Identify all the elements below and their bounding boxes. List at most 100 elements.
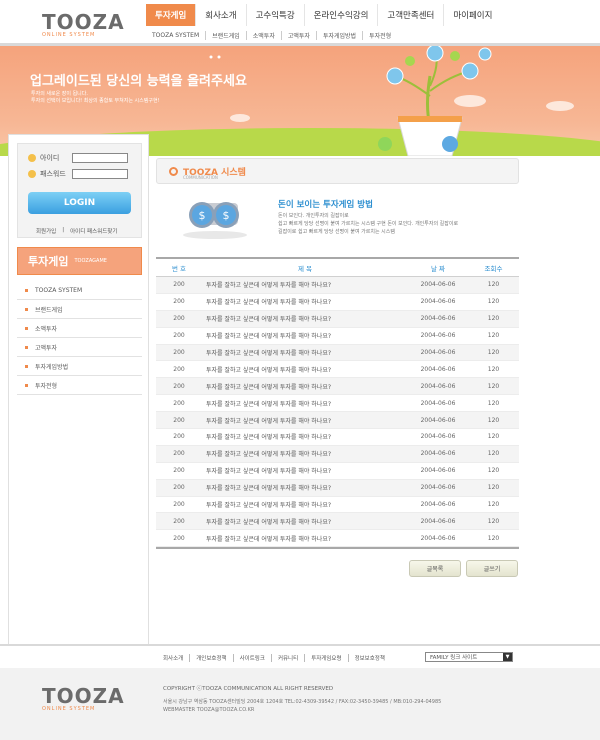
intro-desc-line: 돈이 보인다. 개인투자의 길잡이로: [278, 213, 349, 219]
cell-date: 2004-06-06: [420, 501, 456, 509]
family-site-select[interactable]: FAMILY 링크 사이트 ▼: [425, 652, 513, 662]
table-row[interactable]: 200 투자를 잘하고 싶은데 어떻게 투자를 해야 하나요? 2004-06-06…: [156, 412, 519, 430]
cell-subject[interactable]: 투자를 잘하고 싶은데 어떻게 투자를 해야 하나요?: [202, 348, 408, 357]
cell-hits: 120: [487, 298, 500, 306]
sub-nav-item[interactable]: 소액투자: [245, 30, 281, 40]
gnb-item-tooza-game[interactable]: 투자게임: [146, 4, 196, 26]
bullet-icon: [25, 364, 28, 368]
cell-num: 200: [173, 433, 185, 441]
sidebar-item-large-invest[interactable]: 고액투자: [17, 338, 142, 357]
gnb-item-company[interactable]: 회사소개: [195, 4, 245, 26]
sidebar-title-sub: TOOZAGAME: [74, 258, 107, 264]
cell-subject[interactable]: 투자를 잘하고 싶은데 어떻게 투자를 해야 하나요?: [202, 314, 408, 323]
banner-desc-line-1: 투자의 새로운 장이 됩니다.: [31, 91, 88, 97]
gnb-item-lecture[interactable]: 고수익특강: [245, 4, 304, 26]
sub-nav-item[interactable]: 브랜드게임: [205, 30, 246, 40]
sidebar-item-label: 브랜드게임: [35, 306, 63, 314]
gnb-item-online-lecture[interactable]: 온라인수익강의: [303, 4, 378, 26]
footer-link[interactable]: 투자게임요령: [304, 654, 347, 662]
sidebar-item-invest-type[interactable]: 투자전형: [17, 376, 142, 395]
table-row[interactable]: 200 투자를 잘하고 싶은데 어떻게 투자를 해야 하나요? 2004-06-06…: [156, 294, 519, 311]
cell-subject[interactable]: 투자를 잘하고 싶은데 어떻게 투자를 해야 하나요?: [202, 534, 408, 543]
footer-link[interactable]: 커뮤니티: [270, 654, 304, 662]
table-row[interactable]: 200 투자를 잘하고 싶은데 어떻게 투자를 해야 하나요? 2004-06-06…: [156, 310, 519, 328]
sidebar-item-tooza-system[interactable]: TOOZA SYSTEM: [17, 281, 142, 300]
intro-title: 돈이 보이는 투자게임 방법: [278, 200, 373, 210]
sub-nav-item[interactable]: 투자게임방법: [315, 30, 362, 40]
sidebar-item-game-method[interactable]: 투자게임방법: [17, 357, 142, 376]
cell-subject[interactable]: 투자를 잘하고 싶은데 어떻게 투자를 해야 하나요?: [202, 416, 408, 425]
cell-subject[interactable]: 투자를 잘하고 싶은데 어떻게 투자를 해야 하나요?: [202, 399, 408, 408]
chevron-down-icon: ▼: [503, 653, 512, 661]
cell-num: 200: [173, 450, 185, 458]
login-pw-input[interactable]: [72, 169, 128, 179]
col-date-header: 날 짜: [430, 264, 446, 273]
cell-subject[interactable]: 투자를 잘하고 싶은데 어떻게 투자를 해야 하나요?: [202, 331, 408, 340]
cell-subject[interactable]: 투자를 잘하고 싶은데 어떻게 투자를 해야 하나요?: [202, 500, 408, 509]
cell-subject[interactable]: 투자를 잘하고 싶은데 어떻게 투자를 해야 하나요?: [202, 483, 408, 492]
table-row[interactable]: 200 투자를 잘하고 싶은데 어떻게 투자를 해야 하나요? 2004-06-06…: [156, 497, 519, 514]
cell-subject[interactable]: 투자를 잘하고 싶은데 어떻게 투자를 해야 하나요?: [202, 382, 408, 391]
login-pw-label: 패스워드: [40, 170, 66, 178]
sub-nav-item[interactable]: 고액투자: [280, 30, 316, 40]
sub-nav-item[interactable]: TOOZA SYSTEM: [146, 32, 205, 39]
cell-subject[interactable]: 투자를 잘하고 싶은데 어떻게 투자를 해야 하나요?: [202, 297, 408, 306]
cell-hits: 120: [487, 450, 500, 458]
table-row[interactable]: 200 투자를 잘하고 싶은데 어떻게 투자를 해야 하나요? 2004-06-06…: [156, 328, 519, 345]
table-row[interactable]: 200 투자를 잘하고 싶은데 어떻게 투자를 해야 하나요? 2004-06-06…: [156, 361, 519, 379]
sub-nav: TOOZA SYSTEM 브랜드게임 소액투자 고액투자 투자게임방법 투자전형: [146, 28, 397, 42]
table-row[interactable]: 200 투자를 잘하고 싶은데 어떻게 투자를 해야 하나요? 2004-06-06…: [156, 513, 519, 531]
cell-date: 2004-06-06: [420, 450, 456, 458]
login-button[interactable]: LOGIN: [28, 192, 131, 214]
table-row[interactable]: 200 투자를 잘하고 싶은데 어떻게 투자를 해야 하나요? 2004-06-06…: [156, 463, 519, 480]
banner-desc-line-2: 투자의 선택이 보입니다! 최상의 종합토 부쳐지는 시스템구현!: [31, 98, 160, 104]
footer-link[interactable]: 개인보호정책: [189, 654, 232, 662]
circle-icon: [169, 166, 178, 176]
cell-num: 200: [173, 416, 185, 424]
cell-subject[interactable]: 투자를 잘하고 싶은데 어떻게 투자를 해야 하나요?: [202, 280, 408, 289]
cell-date: 2004-06-06: [420, 349, 456, 356]
find-account-link[interactable]: 아이디 패스워드찾기: [70, 227, 117, 235]
footer-link[interactable]: 사이트링크: [232, 654, 271, 662]
cell-subject[interactable]: 투자를 잘하고 싶은데 어떻게 투자를 해야 하나요?: [202, 365, 408, 374]
join-link[interactable]: 회원가입: [36, 227, 56, 235]
svg-text:$: $: [223, 209, 230, 222]
link-separator: |: [62, 227, 65, 233]
cell-subject[interactable]: 투자를 잘하고 싶은데 어떻게 투자를 해야 하나요?: [202, 449, 408, 458]
login-pw-row: 패스워드: [28, 169, 128, 179]
footer-copyright: COPYRIGHT ⓒTOOZA COMMUNICATION ALL RIGHT…: [163, 686, 334, 692]
footer-links: 회사소개 개인보호정책 사이트링크 커뮤니티 투자게임요령 정보보호정책: [163, 654, 391, 662]
global-nav: 투자게임 회사소개 고수익특강 온라인수익강의 고객만족센터 마이페이지: [146, 4, 501, 26]
cell-hits: 120: [487, 416, 500, 424]
login-id-input[interactable]: [72, 153, 128, 163]
footer-link[interactable]: 정보보호정책: [347, 654, 391, 662]
cell-subject[interactable]: 투자를 잘하고 싶은데 어떻게 투자를 해야 하나요?: [202, 432, 408, 441]
list-button[interactable]: 글목록: [409, 560, 461, 577]
sidebar-item-label: TOOZA SYSTEM: [35, 286, 83, 294]
gnb-item-mypage[interactable]: 마이페이지: [443, 4, 501, 26]
table-row[interactable]: 200 투자를 잘하고 싶은데 어떻게 투자를 해야 하나요? 2004-06-06…: [156, 378, 519, 396]
sub-nav-item[interactable]: 투자전형: [362, 30, 397, 40]
intro-desc-line: 쉽고 빠르게 당당 선명이 붙여 가르치는 시스템 구현 돈이 보인다. 개인투…: [278, 221, 459, 227]
cell-subject[interactable]: 투자를 잘하고 싶은데 어떻게 투자를 해야 하나요?: [202, 466, 408, 475]
col-hits-header: 조회수: [484, 264, 503, 273]
table-row[interactable]: 200 투자를 잘하고 싶은데 어떻게 투자를 해야 하나요? 2004-06-06…: [156, 395, 519, 413]
write-button[interactable]: 글쓰기: [466, 560, 518, 577]
cell-date: 2004-06-06: [420, 332, 456, 340]
table-row[interactable]: 200 투자를 잘하고 싶은데 어떻게 투자를 해야 하나요? 2004-06-06…: [156, 530, 519, 548]
table-row[interactable]: 200 투자를 잘하고 싶은데 어떻게 투자를 해야 하나요? 2004-06-06…: [156, 429, 519, 446]
site-logo[interactable]: TOOZA ONLINE SYSTEM: [42, 10, 125, 38]
table-row[interactable]: 200 투자를 잘하고 싶은데 어떻게 투자를 해야 하나요? 2004-06-06…: [156, 277, 519, 294]
gnb-item-customer[interactable]: 고객만족센터: [377, 4, 443, 26]
col-subject-header: 제 목: [297, 264, 313, 273]
table-row[interactable]: 200 투자를 잘하고 싶은데 어떻게 투자를 해야 하나요? 2004-06-06…: [156, 479, 519, 497]
table-row[interactable]: 200 투자를 잘하고 싶은데 어떻게 투자를 해야 하나요? 2004-06-06…: [156, 344, 519, 362]
lock-icon: [28, 170, 36, 178]
footer-link[interactable]: 회사소개: [163, 654, 189, 662]
sidebar-item-small-invest[interactable]: 소액투자: [17, 319, 142, 338]
sidebar-item-brand-game[interactable]: 브랜드게임: [17, 300, 142, 319]
cell-num: 200: [173, 298, 185, 306]
cell-subject[interactable]: 투자를 잘하고 싶은데 어떻게 투자를 해야 하나요?: [202, 517, 408, 526]
table-row[interactable]: 200 투자를 잘하고 싶은데 어떻게 투자를 해야 하나요? 2004-06-06…: [156, 445, 519, 463]
cell-num: 200: [173, 517, 185, 525]
